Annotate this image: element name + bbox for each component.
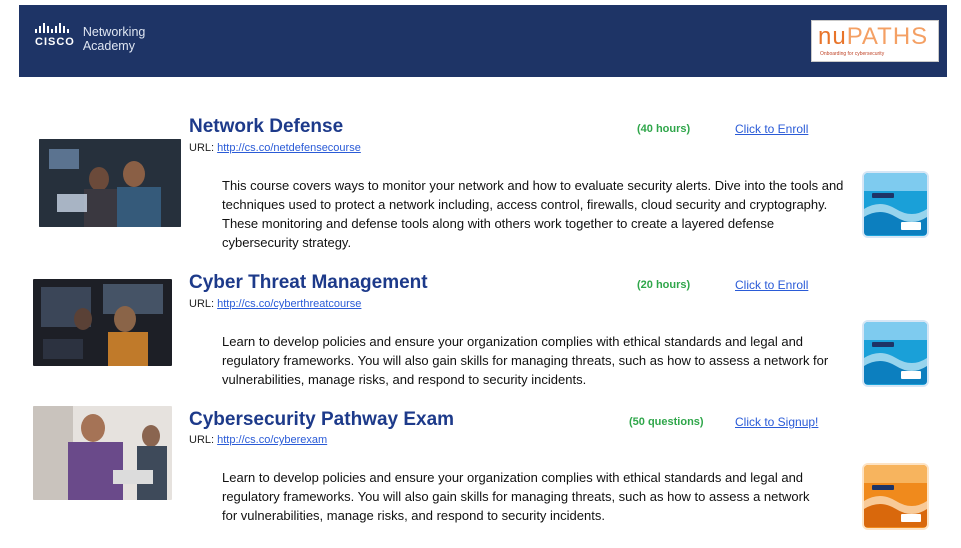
- nupaths-tagline: Onboarding for cybersecurity: [820, 51, 885, 57]
- course-badge-icon: [862, 463, 929, 530]
- header-banner: CISCO Networking Academy nuPATHS Onboard…: [19, 5, 947, 77]
- course-url-line: URL: http://cs.co/cyberexam: [189, 434, 327, 446]
- course-url-link[interactable]: http://cs.co/cyberexam: [217, 434, 327, 446]
- course-duration: (40 hours): [637, 123, 691, 135]
- signup-link[interactable]: Click to Signup!: [735, 415, 818, 429]
- enroll-link[interactable]: Click to Enroll: [735, 278, 808, 292]
- course-photo-cyber-threat: [33, 279, 172, 366]
- course-title[interactable]: Cyber Threat Management: [189, 272, 428, 294]
- nupaths-nu: nu: [818, 23, 847, 50]
- course-url-line: URL: http://cs.co/cyberthreatcourse: [189, 298, 361, 310]
- course-description: Learn to develop policies and ensure you…: [222, 470, 810, 523]
- cisco-networking-academy-logo[interactable]: CISCO Networking Academy: [35, 23, 145, 53]
- enroll-link[interactable]: Click to Enroll: [735, 122, 808, 136]
- course-url-line: URL: http://cs.co/netdefensecourse: [189, 142, 361, 154]
- course-description: Learn to develop policies and ensure you…: [222, 334, 829, 387]
- url-label: URL:: [189, 434, 215, 446]
- course-duration: (20 hours): [637, 279, 691, 291]
- cisco-logo-mark: CISCO: [35, 23, 75, 48]
- course-title[interactable]: Cybersecurity Pathway Exam: [189, 409, 454, 431]
- course-url-link[interactable]: http://cs.co/cyberthreatcourse: [217, 298, 361, 310]
- course-question-count: (50 questions): [629, 416, 704, 428]
- nupaths-wordmark: nuPATHS: [818, 24, 928, 50]
- cisco-bars-icon: [35, 23, 69, 33]
- course-photo-pathway-exam: [33, 406, 172, 500]
- course-url-link[interactable]: http://cs.co/netdefensecourse: [217, 142, 361, 154]
- nupaths-logo[interactable]: nuPATHS Onboarding for cybersecurity: [811, 20, 939, 62]
- academy-name: Networking Academy: [83, 25, 146, 53]
- academy-line-2: Academy: [82, 39, 135, 53]
- url-label: URL:: [189, 142, 215, 154]
- nupaths-paths: PATHS: [846, 23, 929, 50]
- course-badge-icon: [862, 320, 929, 387]
- course-description: This course covers ways to monitor your …: [222, 178, 844, 250]
- course-title[interactable]: Network Defense: [189, 116, 343, 138]
- cisco-wordmark: CISCO: [35, 36, 75, 48]
- academy-line-1: Networking: [82, 25, 146, 39]
- url-label: URL:: [189, 298, 215, 310]
- course-badge-icon: [862, 171, 929, 238]
- course-photo-network-defense: [39, 139, 181, 227]
